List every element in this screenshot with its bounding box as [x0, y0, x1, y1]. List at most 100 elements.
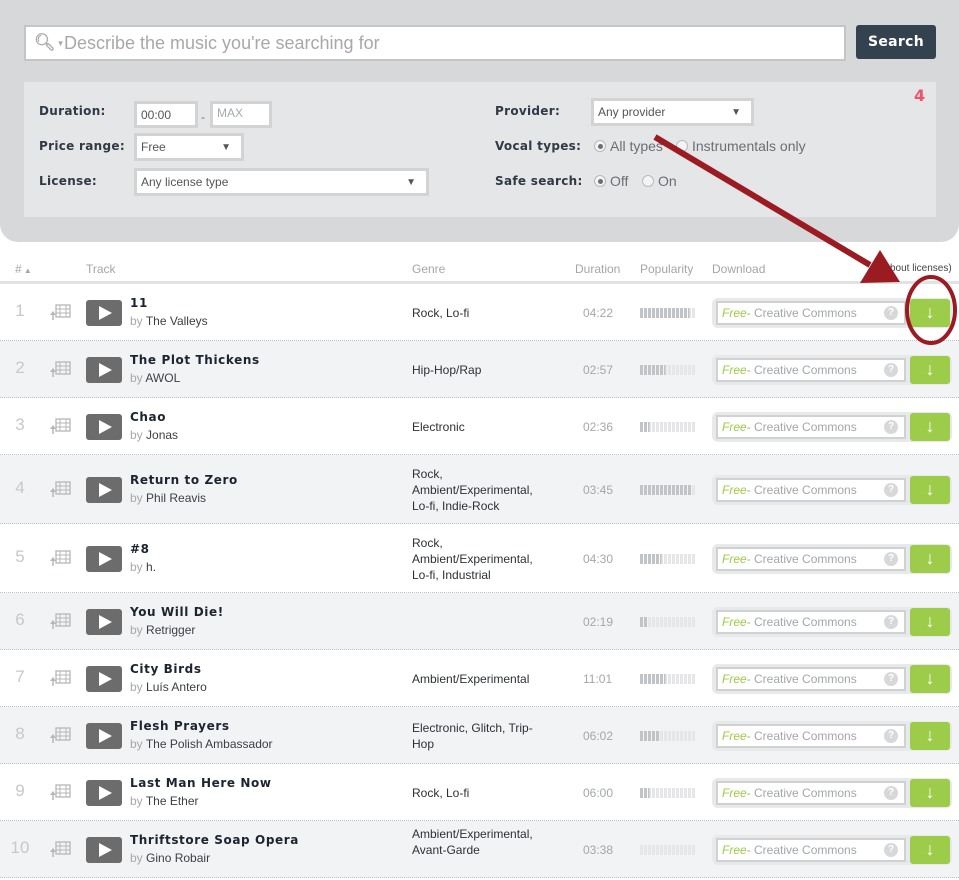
- artist-name[interactable]: The Polish Ambassador: [146, 737, 273, 751]
- track-title[interactable]: 11: [130, 296, 148, 310]
- download-button[interactable]: ↓: [910, 835, 950, 864]
- artist-name[interactable]: AWOL: [145, 371, 180, 385]
- help-icon[interactable]: ?: [884, 785, 898, 800]
- play-button[interactable]: [86, 356, 122, 383]
- play-button[interactable]: [86, 779, 122, 806]
- help-icon[interactable]: ?: [884, 842, 898, 857]
- price-range-select[interactable]: Free ▼: [134, 133, 244, 161]
- track-title[interactable]: Thriftstore Soap Opera: [130, 833, 299, 847]
- play-button[interactable]: [86, 665, 122, 692]
- play-button[interactable]: [86, 476, 122, 503]
- license-info[interactable]: Free - Creative Commons?: [716, 477, 906, 502]
- artist-name[interactable]: Jonas: [146, 428, 178, 442]
- add-to-playlist-icon[interactable]: [50, 726, 72, 744]
- play-button[interactable]: [86, 545, 122, 572]
- add-to-playlist-icon[interactable]: [50, 360, 72, 378]
- license-info[interactable]: Free - Creative Commons?: [716, 300, 906, 325]
- header-genre[interactable]: Genre: [412, 262, 445, 276]
- safe-search-on-radio[interactable]: On: [642, 173, 677, 189]
- download-button[interactable]: ↓: [910, 721, 950, 750]
- search-box[interactable]: 🔍︎ ▼: [24, 25, 846, 61]
- search-icon[interactable]: 🔍︎ ▼: [26, 33, 65, 53]
- play-button[interactable]: [86, 413, 122, 440]
- track-artist[interactable]: by Luís Antero: [130, 680, 207, 694]
- license-info[interactable]: Free - Creative Commons?: [716, 357, 906, 382]
- vocal-all-types-radio[interactable]: All types: [594, 138, 663, 154]
- track-title[interactable]: Return to Zero: [130, 473, 238, 487]
- track-title[interactable]: Chao: [130, 410, 166, 424]
- add-to-playlist-icon[interactable]: [50, 549, 72, 567]
- duration-max-input[interactable]: MAX: [210, 101, 272, 128]
- header-num[interactable]: # ▲: [15, 262, 32, 276]
- header-popularity[interactable]: Popularity: [640, 262, 693, 276]
- download-button[interactable]: ↓: [910, 355, 950, 384]
- help-icon[interactable]: ?: [884, 362, 898, 377]
- help-icon[interactable]: ?: [884, 419, 898, 434]
- track-artist[interactable]: by The Polish Ambassador: [130, 737, 273, 751]
- popularity-bar-segment: [656, 787, 659, 798]
- play-button[interactable]: [86, 836, 122, 863]
- artist-name[interactable]: Phil Reavis: [146, 491, 206, 505]
- help-icon[interactable]: ?: [884, 551, 898, 566]
- track-title[interactable]: The Plot Thickens: [130, 353, 260, 367]
- track-title[interactable]: City Birds: [130, 662, 202, 676]
- download-button[interactable]: ↓: [910, 778, 950, 807]
- vocal-instrumentals-radio[interactable]: Instrumentals only: [676, 138, 806, 154]
- artist-name[interactable]: Retrigger: [146, 623, 195, 637]
- track-title[interactable]: Last Man Here Now: [130, 776, 272, 790]
- help-icon[interactable]: ?: [884, 671, 898, 686]
- help-icon[interactable]: ?: [884, 305, 898, 320]
- artist-name[interactable]: Luís Antero: [146, 680, 207, 694]
- header-duration[interactable]: Duration: [575, 262, 620, 276]
- add-to-playlist-icon[interactable]: [50, 480, 72, 498]
- license-info[interactable]: Free - Creative Commons?: [716, 414, 906, 439]
- track-title[interactable]: Flesh Prayers: [130, 719, 230, 733]
- download-button[interactable]: ↓: [910, 298, 950, 327]
- header-track[interactable]: Track: [86, 262, 116, 276]
- license-select[interactable]: Any license type ▼: [134, 168, 429, 196]
- track-artist[interactable]: by Retrigger: [130, 623, 195, 637]
- track-artist[interactable]: by Jonas: [130, 428, 178, 442]
- download-button[interactable]: ↓: [910, 412, 950, 441]
- play-button[interactable]: [86, 299, 122, 326]
- license-info[interactable]: Free - Creative Commons?: [716, 609, 906, 634]
- provider-select[interactable]: Any provider ▼: [591, 98, 754, 126]
- track-artist[interactable]: by AWOL: [130, 371, 180, 385]
- add-to-playlist-icon[interactable]: [50, 417, 72, 435]
- add-to-playlist-icon[interactable]: [50, 669, 72, 687]
- download-button[interactable]: ↓: [910, 475, 950, 504]
- artist-name[interactable]: The Ether: [146, 794, 199, 808]
- track-title[interactable]: #8: [130, 542, 150, 556]
- license-info[interactable]: Free - Creative Commons?: [716, 780, 906, 805]
- track-artist[interactable]: by The Ether: [130, 794, 199, 808]
- track-artist[interactable]: by Phil Reavis: [130, 491, 206, 505]
- license-info[interactable]: Free - Creative Commons?: [716, 723, 906, 748]
- search-input[interactable]: [56, 32, 844, 54]
- download-button[interactable]: ↓: [910, 607, 950, 636]
- license-info[interactable]: Free - Creative Commons?: [716, 546, 906, 571]
- play-button[interactable]: [86, 608, 122, 635]
- download-button[interactable]: ↓: [910, 544, 950, 573]
- search-button[interactable]: Search: [856, 25, 936, 59]
- add-to-playlist-icon[interactable]: [50, 612, 72, 630]
- license-info[interactable]: Free - Creative Commons?: [716, 666, 906, 691]
- track-artist[interactable]: by Gino Robair: [130, 851, 210, 865]
- license-info[interactable]: Free - Creative Commons?: [716, 837, 906, 862]
- duration-min-input[interactable]: 00:00: [134, 101, 198, 128]
- add-to-playlist-icon[interactable]: [50, 840, 72, 858]
- track-title[interactable]: You Will Die!: [130, 605, 224, 619]
- download-button[interactable]: ↓: [910, 664, 950, 693]
- help-icon[interactable]: ?: [884, 728, 898, 743]
- add-to-playlist-icon[interactable]: [50, 303, 72, 321]
- track-artist[interactable]: by The Valleys: [130, 314, 208, 328]
- safe-search-off-radio[interactable]: Off: [594, 173, 628, 189]
- help-icon[interactable]: ?: [884, 614, 898, 629]
- about-licenses-link[interactable]: (About licenses): [880, 263, 952, 274]
- track-artist[interactable]: by h.: [130, 560, 156, 574]
- artist-name[interactable]: h.: [146, 560, 156, 574]
- artist-name[interactable]: The Valleys: [146, 314, 208, 328]
- add-to-playlist-icon[interactable]: [50, 783, 72, 801]
- help-icon[interactable]: ?: [884, 482, 898, 497]
- artist-name[interactable]: Gino Robair: [146, 851, 210, 865]
- play-button[interactable]: [86, 722, 122, 749]
